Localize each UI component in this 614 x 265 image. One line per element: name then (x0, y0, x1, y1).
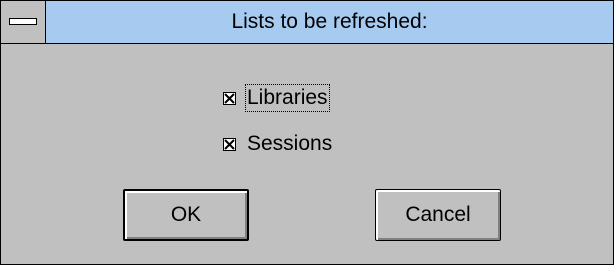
checkmark-x-icon (224, 92, 235, 104)
system-menu-button[interactable] (1, 1, 46, 43)
sessions-checkbox[interactable] (223, 137, 236, 151)
system-menu-icon (9, 18, 37, 25)
title-bar: Lists to be refreshed: (1, 1, 613, 44)
cancel-button[interactable]: Cancel (375, 189, 501, 241)
libraries-option[interactable]: Libraries (223, 84, 330, 112)
refresh-lists-dialog: Lists to be refreshed: Libraries Session… (0, 0, 614, 265)
libraries-checkbox[interactable] (223, 91, 236, 105)
sessions-label[interactable]: Sessions (246, 131, 333, 157)
dialog-title: Lists to be refreshed: (231, 10, 428, 33)
libraries-label[interactable]: Libraries (245, 84, 330, 112)
checkmark-x-icon (224, 138, 235, 150)
sessions-option[interactable]: Sessions (223, 130, 333, 158)
ok-button[interactable]: OK (123, 189, 249, 241)
